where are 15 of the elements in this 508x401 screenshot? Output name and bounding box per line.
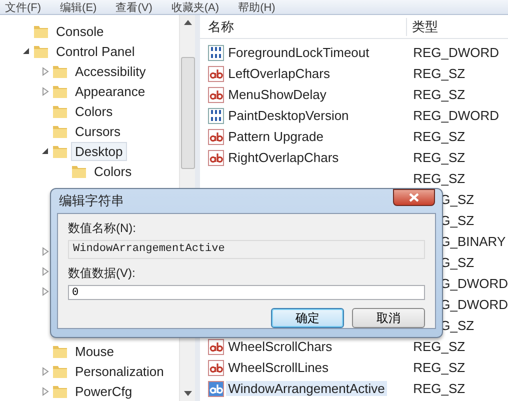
value-type: REG_SZ <box>412 129 466 144</box>
value-type: G_DWORD <box>439 297 508 312</box>
value-type: REG_SZ <box>412 381 466 396</box>
value-type: REG_SZ <box>412 171 466 186</box>
value-type: REG_DWORD <box>412 45 500 60</box>
value-type: G_DWORD <box>439 276 508 291</box>
value-type: REG_SZ <box>412 87 466 102</box>
value-type: REG_SZ <box>412 360 466 375</box>
value-type: REG_DWORD <box>412 108 500 123</box>
value-type: REG_SZ <box>412 339 466 354</box>
value-type: REG_SZ <box>412 150 466 165</box>
field-label: 数值名称(N): <box>68 220 137 237</box>
field-label: 数值数据(V): <box>68 265 136 282</box>
value-type: REG_SZ <box>412 66 466 81</box>
dialog-title: 编辑字符串 <box>59 192 124 210</box>
